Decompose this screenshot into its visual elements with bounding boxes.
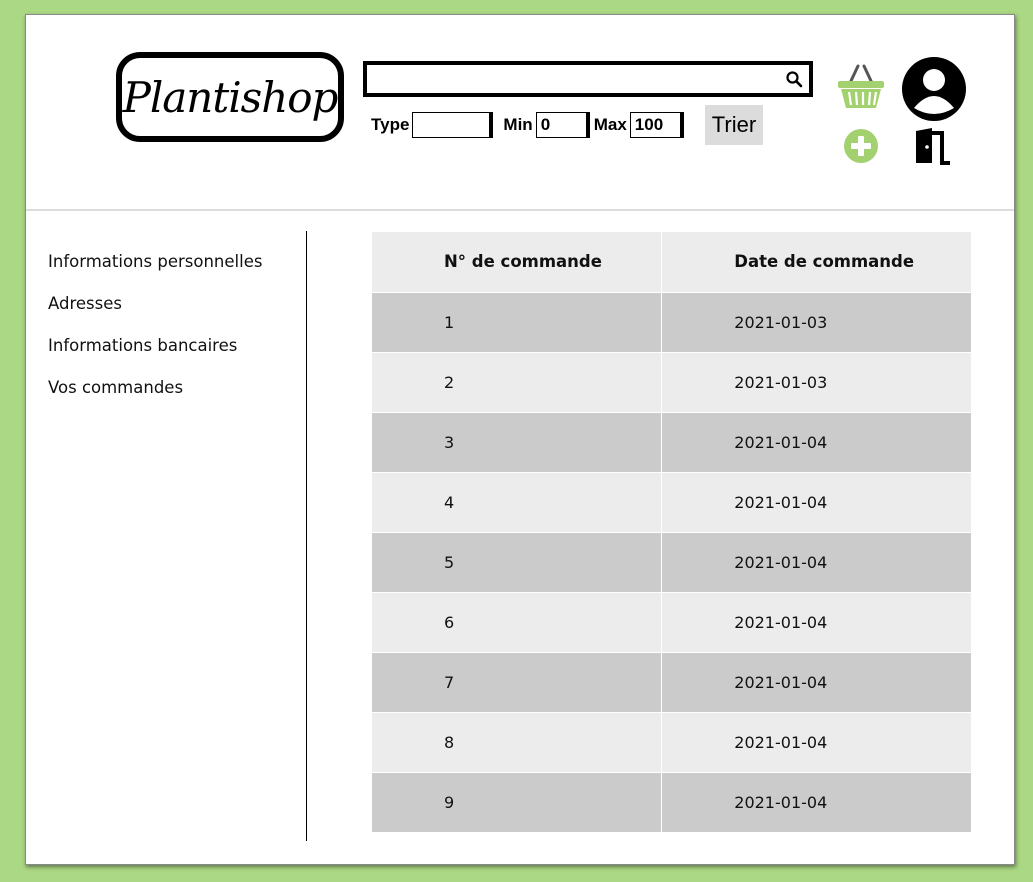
order-number-cell: 5: [372, 532, 663, 593]
order-number-cell: 4: [372, 472, 663, 533]
table-row[interactable]: 4 2021-01-04: [372, 472, 972, 533]
order-date-cell: 2021-01-04: [661, 592, 972, 653]
order-date-cell: 2021-01-04: [661, 412, 972, 473]
user-icon[interactable]: [901, 56, 967, 122]
search-input[interactable]: [371, 66, 785, 94]
page-container: Plantishop Type Min Max Trier: [25, 14, 1015, 865]
max-field[interactable]: [629, 112, 684, 138]
min-field[interactable]: [535, 112, 590, 138]
table-row[interactable]: 8 2021-01-04: [372, 712, 972, 773]
header: Plantishop Type Min Max Trier: [26, 15, 1014, 211]
table-row[interactable]: 3 2021-01-04: [372, 412, 972, 473]
filter-bar: Type Min Max: [371, 111, 684, 139]
order-date-cell: 2021-01-03: [661, 352, 972, 413]
min-label: Min: [503, 115, 533, 134]
table-row[interactable]: 2 2021-01-03: [372, 352, 972, 413]
sidebar-item-orders[interactable]: Vos commandes: [48, 375, 306, 417]
order-number-cell: 2: [372, 352, 663, 413]
type-label: Type: [371, 115, 410, 134]
order-date-cell: 2021-01-04: [661, 772, 972, 833]
sidebar-item-banking-info[interactable]: Informations bancaires: [48, 333, 306, 375]
logout-icon[interactable]: [906, 127, 954, 165]
table-row[interactable]: 5 2021-01-04: [372, 532, 972, 593]
order-number-cell: 9: [372, 772, 663, 833]
table-header-row: N° de commande Date de commande: [372, 232, 972, 293]
orders-table: N° de commande Date de commande 1 2021-0…: [372, 232, 972, 833]
order-number-cell: 3: [372, 412, 663, 473]
logo[interactable]: Plantishop: [116, 52, 344, 142]
search-bar: [363, 61, 813, 97]
sidebar-item-personal-info[interactable]: Informations personnelles: [48, 249, 306, 291]
add-icon[interactable]: [843, 128, 879, 164]
order-number-cell: 6: [372, 592, 663, 653]
order-date-cell: 2021-01-04: [661, 472, 972, 533]
order-number-cell: 8: [372, 712, 663, 773]
order-date-cell: 2021-01-04: [661, 712, 972, 773]
logo-text: Plantishop: [122, 72, 339, 122]
search-icon[interactable]: [785, 70, 803, 88]
order-number-cell: 7: [372, 652, 663, 713]
column-header-order-date: Date de commande: [661, 232, 972, 293]
table-row[interactable]: 9 2021-01-04: [372, 772, 972, 833]
order-date-cell: 2021-01-04: [661, 652, 972, 713]
sort-button[interactable]: Trier: [705, 105, 763, 145]
account-sidebar: Informations personnelles Adresses Infor…: [26, 231, 307, 841]
order-date-cell: 2021-01-04: [661, 532, 972, 593]
table-row[interactable]: 7 2021-01-04: [372, 652, 972, 713]
column-header-order-number: N° de commande: [372, 232, 663, 293]
order-number-cell: 1: [372, 292, 663, 353]
order-date-cell: 2021-01-03: [661, 292, 972, 353]
type-field[interactable]: [412, 112, 494, 138]
basket-icon[interactable]: [836, 63, 886, 111]
max-label: Max: [593, 115, 627, 134]
sidebar-item-addresses[interactable]: Adresses: [48, 291, 306, 333]
table-row[interactable]: 1 2021-01-03: [372, 292, 972, 353]
table-row[interactable]: 6 2021-01-04: [372, 592, 972, 653]
